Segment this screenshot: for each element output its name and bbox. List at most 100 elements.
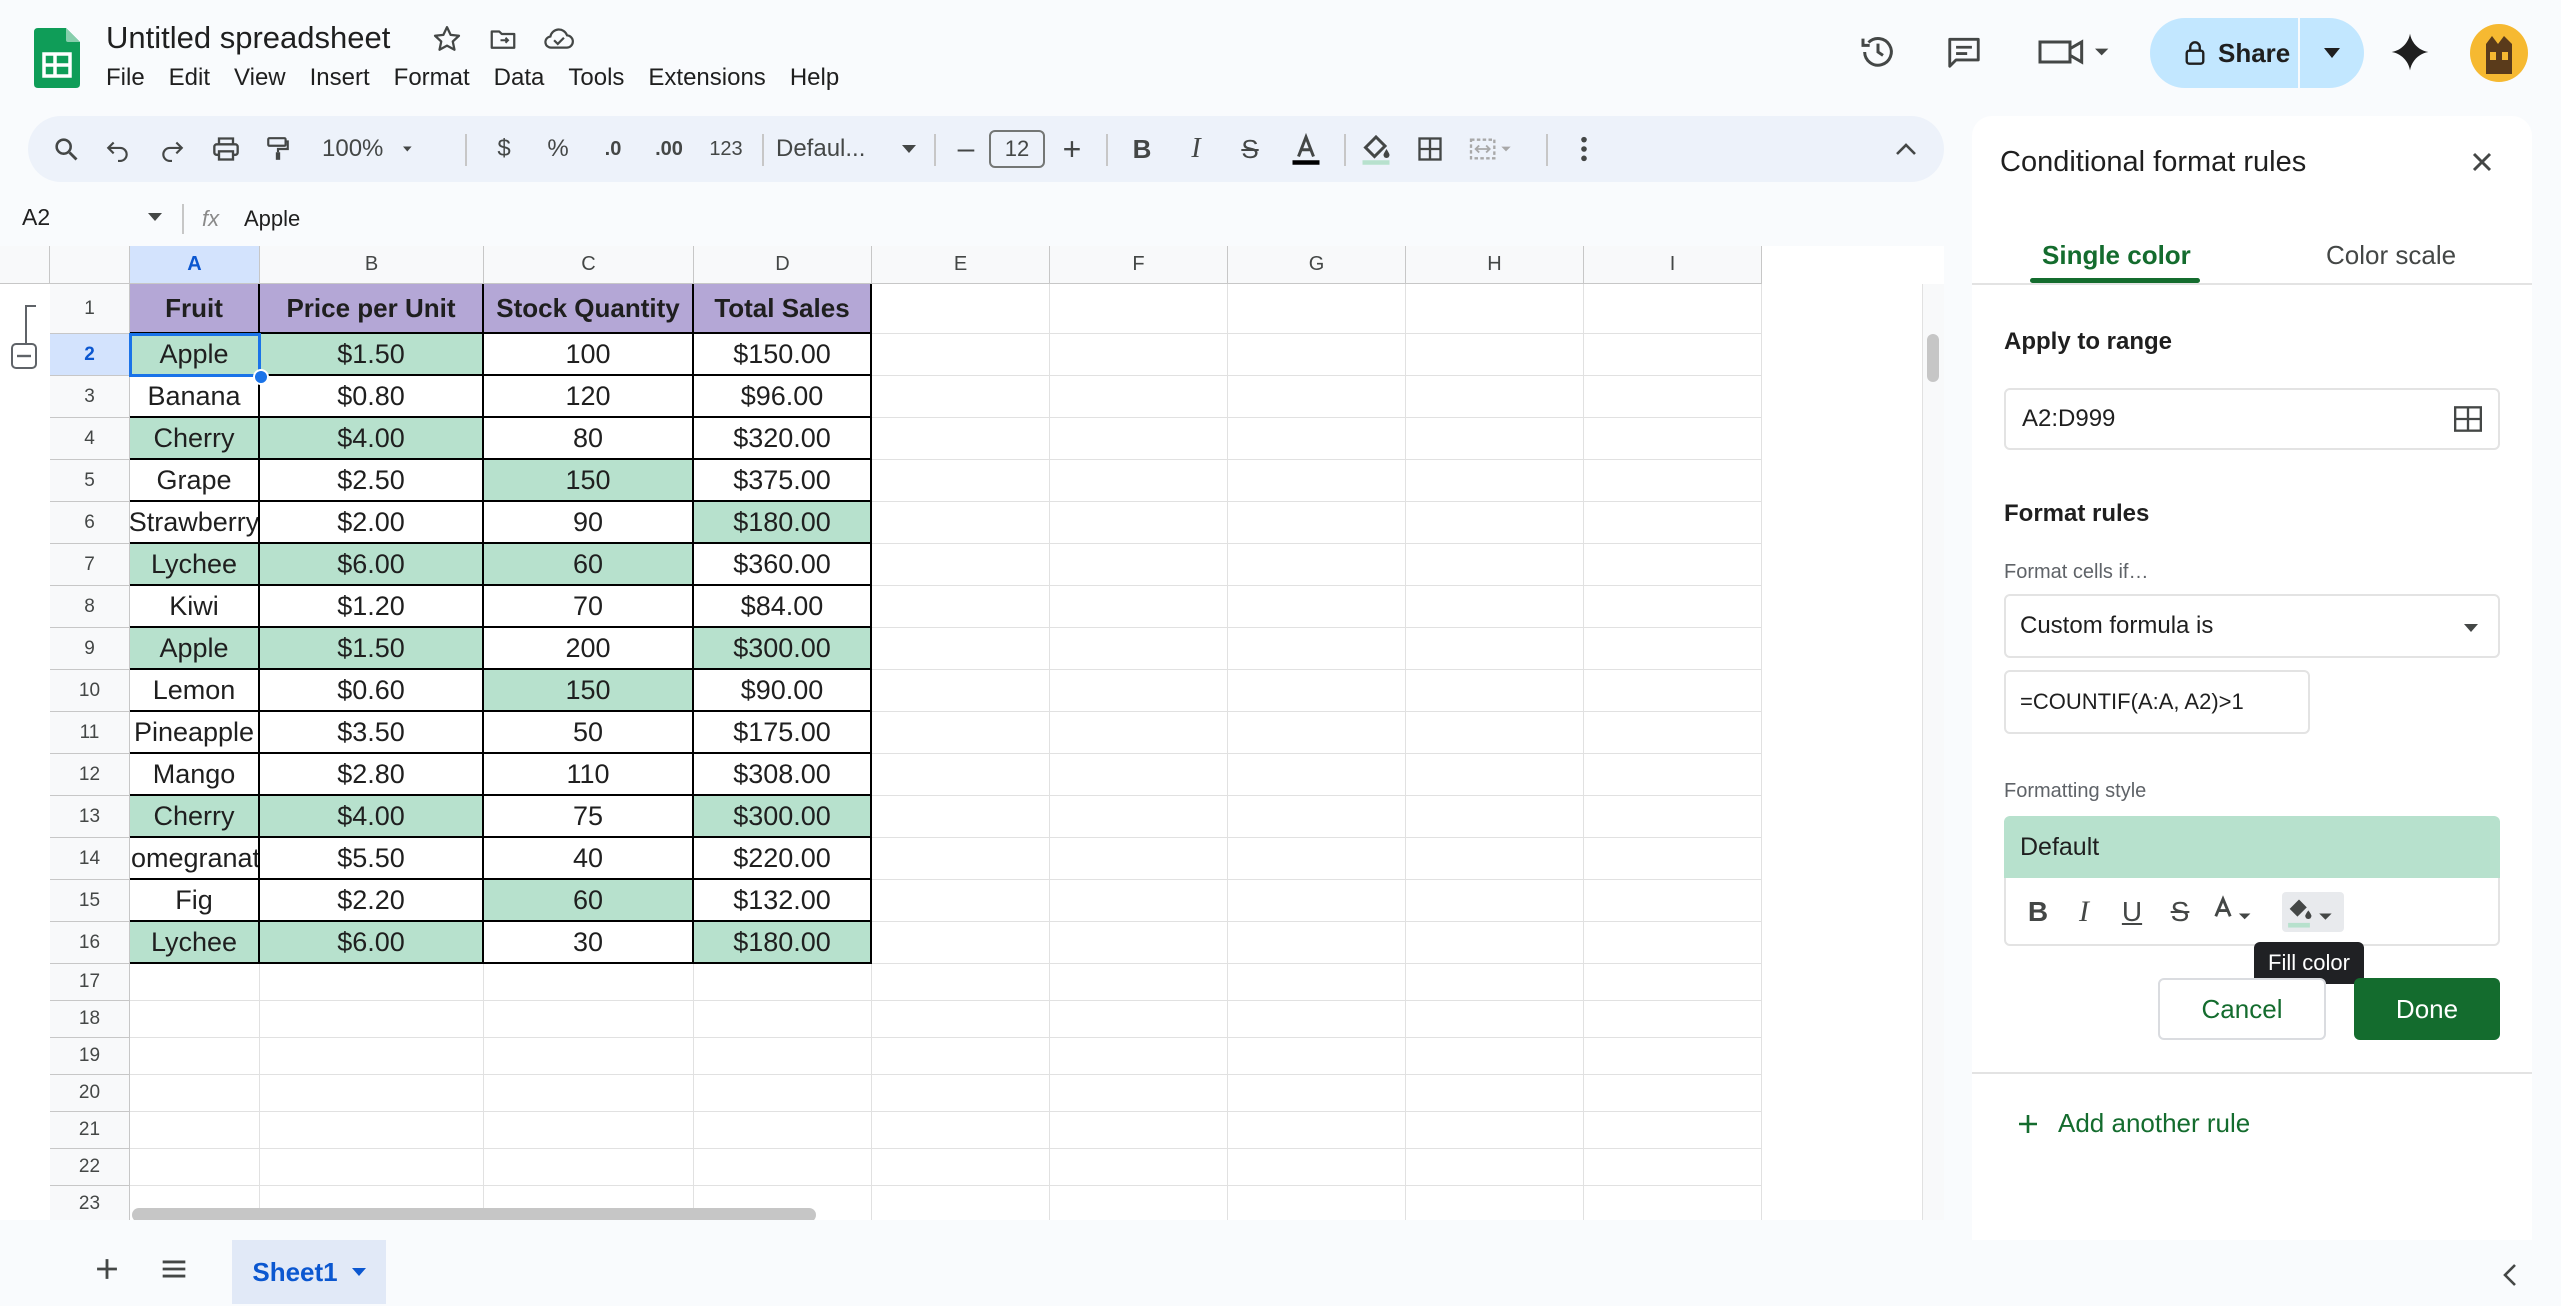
table-cell[interactable]: $2.00 xyxy=(260,502,484,544)
empty-cell[interactable] xyxy=(872,418,1050,460)
empty-cell[interactable] xyxy=(1050,1112,1228,1149)
row-header-17[interactable]: 17 xyxy=(50,964,130,1001)
table-cell[interactable]: $4.00 xyxy=(260,418,484,460)
style-text-color-button[interactable] xyxy=(2208,892,2264,932)
range-input[interactable]: A2:D999 xyxy=(2004,388,2500,450)
empty-cell[interactable] xyxy=(130,1075,260,1112)
empty-cell[interactable] xyxy=(1050,460,1228,502)
empty-cell[interactable] xyxy=(1406,628,1584,670)
empty-cell[interactable] xyxy=(484,1112,694,1149)
increase-decimal-button[interactable]: .00 xyxy=(642,116,696,182)
table-cell[interactable]: 80 xyxy=(484,418,694,460)
horizontal-scroll-thumb[interactable] xyxy=(132,1208,816,1220)
empty-cell[interactable] xyxy=(1050,376,1228,418)
empty-cell[interactable] xyxy=(1584,880,1762,922)
table-cell[interactable]: $150.00 xyxy=(694,334,872,376)
table-cell[interactable]: $2.20 xyxy=(260,880,484,922)
paint-format-icon[interactable] xyxy=(260,116,296,182)
empty-cell[interactable] xyxy=(694,1075,872,1112)
bold-button[interactable]: B xyxy=(1122,116,1162,182)
empty-cell[interactable] xyxy=(872,1038,1050,1075)
fill-handle[interactable] xyxy=(253,369,269,385)
table-cell[interactable]: 100 xyxy=(484,334,694,376)
select-all-corner[interactable] xyxy=(50,246,130,284)
empty-cell[interactable] xyxy=(1406,670,1584,712)
menu-extensions[interactable]: Extensions xyxy=(648,64,777,92)
table-cell[interactable]: Grape xyxy=(130,460,260,502)
undo-icon[interactable] xyxy=(100,116,136,182)
header-cell[interactable]: Total Sales xyxy=(694,284,872,334)
menu-format[interactable]: Format xyxy=(394,64,482,92)
empty-cell[interactable] xyxy=(1406,796,1584,838)
table-cell[interactable]: $180.00 xyxy=(694,502,872,544)
empty-cell[interactable] xyxy=(872,838,1050,880)
empty-cell[interactable] xyxy=(872,1149,1050,1186)
style-underline-button[interactable]: U xyxy=(2112,892,2152,932)
empty-cell[interactable] xyxy=(1228,628,1406,670)
row-header-1[interactable]: 1 xyxy=(50,284,130,334)
table-cell[interactable]: $2.80 xyxy=(260,754,484,796)
empty-cell[interactable] xyxy=(1584,1075,1762,1112)
table-cell[interactable]: Cherry xyxy=(130,796,260,838)
table-cell[interactable]: 60 xyxy=(484,544,694,586)
table-cell[interactable]: $6.00 xyxy=(260,544,484,586)
empty-cell[interactable] xyxy=(1584,712,1762,754)
menu-help[interactable]: Help xyxy=(790,64,851,92)
empty-cell[interactable] xyxy=(1228,544,1406,586)
empty-cell[interactable] xyxy=(872,460,1050,502)
empty-cell[interactable] xyxy=(1228,1038,1406,1075)
empty-cell[interactable] xyxy=(694,964,872,1001)
empty-cell[interactable] xyxy=(1406,460,1584,502)
empty-cell[interactable] xyxy=(1406,712,1584,754)
cancel-button[interactable]: Cancel xyxy=(2158,978,2326,1040)
table-cell[interactable]: 70 xyxy=(484,586,694,628)
empty-cell[interactable] xyxy=(1584,1038,1762,1075)
gemini-sparkle-icon[interactable] xyxy=(2384,26,2436,78)
style-preview[interactable]: Default xyxy=(2004,816,2500,878)
collapse-toolbar-icon[interactable] xyxy=(1886,116,1926,182)
done-button[interactable]: Done xyxy=(2354,978,2500,1040)
table-cell[interactable]: Cherry xyxy=(130,418,260,460)
empty-cell[interactable] xyxy=(1228,586,1406,628)
meet-video-icon[interactable] xyxy=(2030,26,2120,78)
empty-cell[interactable] xyxy=(1584,670,1762,712)
empty-cell[interactable] xyxy=(694,1001,872,1038)
empty-cell[interactable] xyxy=(1228,796,1406,838)
empty-cell[interactable] xyxy=(1406,922,1584,964)
empty-cell[interactable] xyxy=(484,964,694,1001)
empty-cell[interactable] xyxy=(1584,544,1762,586)
empty-cell[interactable] xyxy=(872,754,1050,796)
empty-cell[interactable] xyxy=(1406,838,1584,880)
table-cell[interactable]: 200 xyxy=(484,628,694,670)
row-header-15[interactable]: 15 xyxy=(50,880,130,922)
empty-cell[interactable] xyxy=(1050,284,1228,334)
table-cell[interactable]: 90 xyxy=(484,502,694,544)
column-header-b[interactable]: B xyxy=(260,246,484,284)
empty-cell[interactable] xyxy=(1050,964,1228,1001)
empty-cell[interactable] xyxy=(1584,628,1762,670)
empty-cell[interactable] xyxy=(872,1075,1050,1112)
star-icon[interactable] xyxy=(430,22,464,56)
menu-tools[interactable]: Tools xyxy=(568,64,636,92)
empty-cell[interactable] xyxy=(1406,334,1584,376)
empty-cell[interactable] xyxy=(1050,1001,1228,1038)
table-cell[interactable]: Banana xyxy=(130,376,260,418)
table-cell[interactable]: $5.50 xyxy=(260,838,484,880)
table-cell[interactable]: Pomegranate xyxy=(130,838,260,880)
empty-cell[interactable] xyxy=(872,922,1050,964)
empty-cell[interactable] xyxy=(1050,712,1228,754)
empty-cell[interactable] xyxy=(1406,544,1584,586)
empty-cell[interactable] xyxy=(1406,1112,1584,1149)
empty-cell[interactable] xyxy=(1050,922,1228,964)
empty-cell[interactable] xyxy=(872,1112,1050,1149)
row-header-3[interactable]: 3 xyxy=(50,376,130,418)
empty-cell[interactable] xyxy=(1584,502,1762,544)
empty-cell[interactable] xyxy=(1050,544,1228,586)
empty-cell[interactable] xyxy=(1228,670,1406,712)
empty-cell[interactable] xyxy=(260,1149,484,1186)
empty-cell[interactable] xyxy=(1406,284,1584,334)
empty-cell[interactable] xyxy=(872,334,1050,376)
menu-file[interactable]: File xyxy=(106,64,157,92)
tab-color-scale[interactable]: Color scale xyxy=(2326,240,2456,271)
table-cell[interactable]: $96.00 xyxy=(694,376,872,418)
